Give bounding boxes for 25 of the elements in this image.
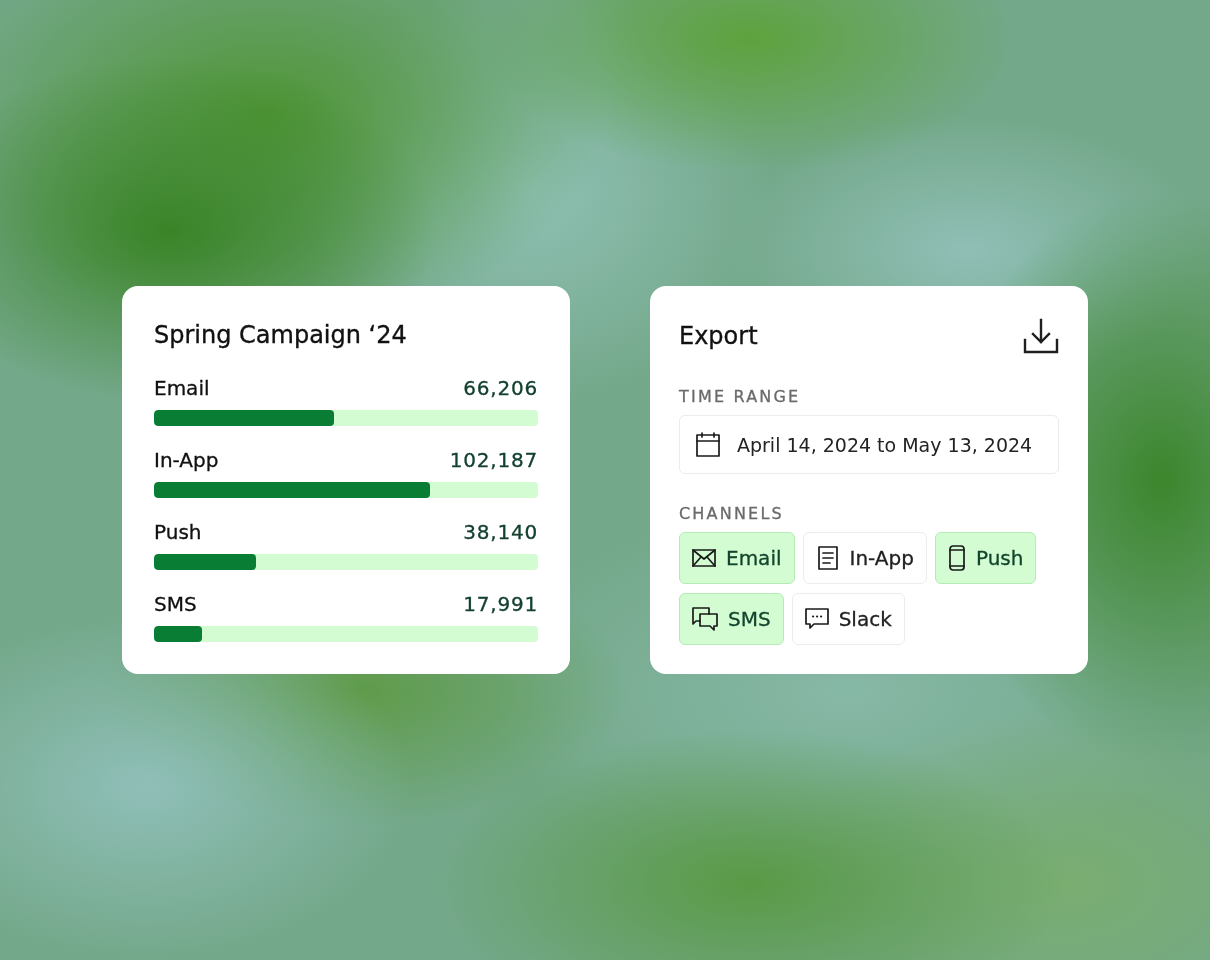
date-range-field[interactable]: April 14, 2024 to May 13, 2024: [679, 415, 1059, 474]
document-icon: [815, 546, 840, 570]
card-title: Export: [679, 321, 758, 351]
phone-icon: [947, 545, 966, 571]
channel-toggle[interactable]: Email: [679, 532, 795, 584]
channel-label: Push: [154, 520, 202, 544]
channel-toggle[interactable]: In-App: [802, 532, 927, 584]
channel-count: 17,991: [463, 592, 538, 616]
channel-count: 102,187: [449, 448, 538, 472]
section-label: TIME RANGE: [679, 387, 802, 407]
channel-toggle[interactable]: Slack: [791, 593, 905, 645]
download-icon[interactable]: [1023, 318, 1059, 354]
envelope-icon: [692, 546, 716, 570]
section-label: CHANNELS: [679, 504, 785, 524]
chat-bubble-icon: [804, 607, 829, 631]
channel-label: In-App: [154, 448, 219, 472]
channel-toggle[interactable]: SMS: [679, 593, 784, 645]
chat-bubbles-icon: [692, 607, 718, 631]
channel-count: 66,206: [463, 376, 538, 400]
channel-toggle[interactable]: Push: [934, 532, 1037, 584]
calendar-icon: [696, 432, 720, 457]
channel-label: Email: [154, 376, 210, 400]
card-title: Spring Campaign ‘24: [154, 320, 408, 350]
channel-count: 38,140: [463, 520, 538, 544]
channel-label: SMS: [154, 592, 197, 616]
